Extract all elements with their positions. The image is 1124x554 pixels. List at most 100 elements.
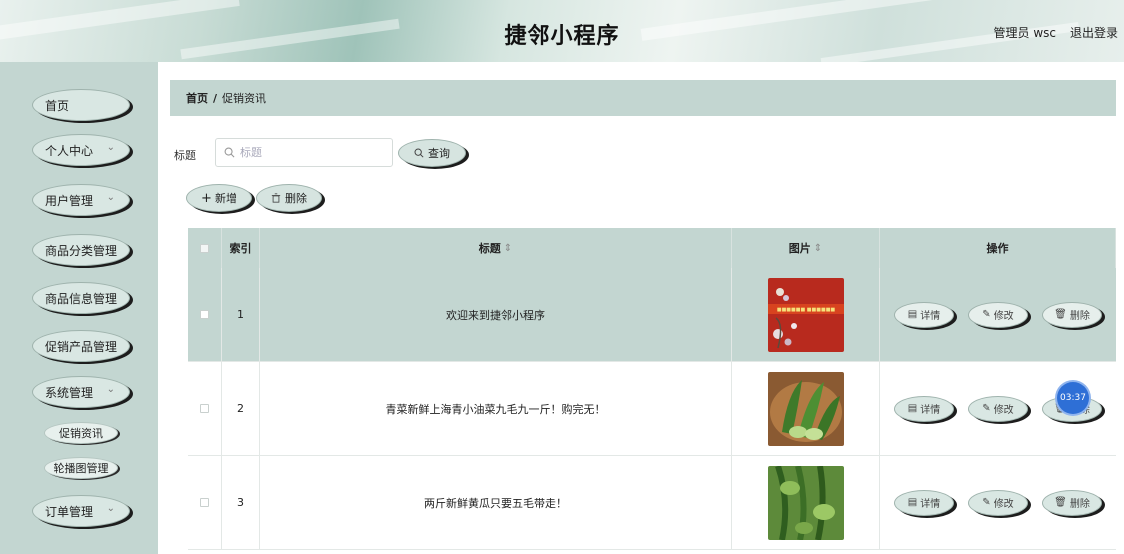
breadcrumb-current: 促销资讯 — [222, 92, 267, 105]
sidebar-item-label: 个人中心 — [45, 143, 94, 158]
sidebar-subitem-label: 轮播图管理 — [53, 462, 109, 475]
sidebar-item-label: 用户管理 — [45, 193, 94, 208]
batch-delete-button[interactable]: 删除 — [256, 184, 322, 212]
edit-button[interactable]: ✎ 修改 — [968, 395, 1028, 422]
search-button[interactable]: 查询 — [398, 139, 466, 167]
row-thumbnail[interactable] — [767, 465, 844, 540]
search-button-label: 查询 — [428, 147, 450, 160]
main-content: 首页 / 促销资讯 标题 查询 + 新增 删除 索引 — [158, 62, 1124, 554]
table-row: 2 青菜新鲜上海青小油菜九毛九一斤！购完无！ ▤ 详情 ✎ 修改 — [188, 362, 1116, 456]
delete-button-label: 删除 — [1069, 499, 1090, 510]
sidebar: 首页 个人中心 ⌄ 用户管理 ⌄ 商品分类管理 商品信息管理 促销产品管理 系统… — [0, 62, 158, 554]
column-header-title[interactable]: 标题 ⇕ — [260, 228, 732, 268]
row-title: 两斤新鲜黄瓜只要五毛带走！ — [260, 456, 732, 549]
sidebar-item-product-management[interactable]: 商品信息管理 — [32, 282, 130, 314]
column-header-image[interactable]: 图片 ⇕ — [732, 228, 880, 268]
row-index: 2 — [222, 362, 260, 455]
edit-button-label: 修改 — [993, 499, 1014, 510]
sidebar-item-promotion-products[interactable]: 促销产品管理 — [32, 330, 130, 362]
sidebar-subitem-label: 促销资讯 — [59, 427, 103, 440]
document-icon: ▤ — [907, 309, 918, 320]
delete-button[interactable]: 🗑 删除 — [1042, 489, 1102, 516]
detail-button-label: 详情 — [920, 405, 941, 416]
sidebar-item-user-management[interactable]: 用户管理 ⌄ — [32, 184, 130, 216]
sidebar-item-system-management[interactable]: 系统管理 ⌄ — [32, 376, 130, 408]
app-header: 捷邻小程序 管理员 wsc 退出登录 — [0, 0, 1124, 62]
search-icon — [414, 148, 424, 158]
chevron-down-icon: ⌄ — [106, 142, 115, 153]
sidebar-subitem-carousel[interactable]: 轮播图管理 — [44, 457, 118, 479]
sidebar-item-category-management[interactable]: 商品分类管理 — [32, 234, 130, 266]
detail-button[interactable]: ▤ 详情 — [894, 395, 954, 422]
detail-button-label: 详情 — [920, 311, 941, 322]
row-image-cell — [732, 362, 880, 455]
edit-button[interactable]: ✎ 修改 — [968, 301, 1028, 328]
pencil-icon: ✎ — [982, 403, 991, 414]
batch-delete-label: 删除 — [285, 192, 307, 205]
row-image-cell — [732, 456, 880, 549]
chevron-down-icon: ⌄ — [106, 192, 115, 203]
search-icon — [224, 147, 235, 158]
trash-icon: 🗑 — [1054, 497, 1067, 508]
chevron-down-icon: ⌄ — [106, 384, 115, 395]
document-icon: ▤ — [907, 497, 918, 508]
select-all-checkbox[interactable] — [200, 243, 209, 253]
plus-icon: + — [201, 190, 212, 206]
svg-text:■■■■■■ ■■■■■■: ■■■■■■ ■■■■■■ — [776, 307, 835, 313]
search-input[interactable] — [240, 146, 380, 159]
column-header-label: 图片 — [788, 242, 811, 255]
table-row: 3 两斤新鲜黄瓜只要五毛带走！ ▤ 详情 ✎ 修改 🗑 删除 — [188, 456, 1116, 550]
add-button[interactable]: + 新增 — [186, 184, 252, 212]
logout-link[interactable]: 退出登录 — [1070, 24, 1118, 41]
trash-icon — [271, 193, 281, 203]
sidebar-subitem-promotion-news[interactable]: 促销资讯 — [44, 422, 118, 444]
sidebar-item-home[interactable]: 首页 — [32, 89, 130, 121]
sidebar-item-order-management[interactable]: 订单管理 ⌄ — [32, 495, 130, 527]
sidebar-item-personal-center[interactable]: 个人中心 ⌄ — [32, 134, 130, 166]
breadcrumb: 首页 / 促销资讯 — [170, 80, 1116, 116]
row-index: 3 — [222, 456, 260, 549]
sidebar-item-label: 促销产品管理 — [45, 339, 118, 354]
search-field[interactable] — [215, 138, 393, 167]
row-thumbnail[interactable]: ■■■■■■ ■■■■■■ — [767, 277, 844, 352]
column-header-index: 索引 — [222, 228, 260, 268]
sort-icon[interactable]: ⇕ — [814, 243, 822, 254]
row-checkbox-cell — [188, 456, 222, 549]
row-checkbox[interactable] — [200, 404, 209, 413]
sort-icon[interactable]: ⇕ — [504, 243, 512, 254]
row-checkbox-cell — [188, 362, 222, 455]
edit-button-label: 修改 — [993, 405, 1014, 416]
sidebar-item-label: 商品分类管理 — [45, 243, 118, 258]
edit-button[interactable]: ✎ 修改 — [968, 489, 1028, 516]
row-actions: ▤ 详情 ✎ 修改 🗑 删除 — [880, 456, 1116, 549]
sidebar-item-label: 系统管理 — [45, 385, 94, 400]
row-checkbox[interactable] — [200, 498, 209, 507]
detail-button[interactable]: ▤ 详情 — [894, 301, 954, 328]
delete-button-label: 删除 — [1069, 311, 1090, 322]
breadcrumb-home[interactable]: 首页 — [186, 90, 208, 106]
chevron-down-icon: ⌄ — [106, 503, 115, 514]
column-header-actions: 操作 — [880, 228, 1116, 268]
row-title: 青菜新鲜上海青小油菜九毛九一斤！购完无！ — [260, 362, 732, 455]
trash-icon: 🗑 — [1054, 309, 1067, 320]
header-checkbox-cell — [188, 228, 222, 268]
row-title: 欢迎来到捷邻小程序 — [260, 268, 732, 361]
admin-username: 管理员 wsc — [993, 26, 1056, 40]
floating-timer-badge[interactable]: 03:37 — [1057, 382, 1089, 414]
delete-button[interactable]: 🗑 删除 — [1042, 301, 1102, 328]
row-thumbnail[interactable] — [767, 371, 844, 446]
breadcrumb-separator: / — [213, 91, 218, 105]
app-title: 捷邻小程序 — [504, 24, 620, 49]
column-header-label: 标题 — [478, 242, 501, 255]
document-icon: ▤ — [907, 403, 918, 414]
row-checkbox[interactable] — [200, 310, 209, 319]
row-index: 1 — [222, 268, 260, 361]
sidebar-item-label: 订单管理 — [45, 504, 94, 519]
add-button-label: 新增 — [214, 192, 237, 205]
pencil-icon: ✎ — [982, 309, 991, 320]
pencil-icon: ✎ — [982, 497, 991, 508]
sidebar-item-label: 首页 — [45, 98, 70, 113]
table-row: 1 欢迎来到捷邻小程序 ■■■■■■ ■■■■■■ ▤ 详情 ✎ 修改 🗑 删除 — [188, 268, 1116, 362]
edit-button-label: 修改 — [993, 311, 1014, 322]
detail-button[interactable]: ▤ 详情 — [894, 489, 954, 516]
